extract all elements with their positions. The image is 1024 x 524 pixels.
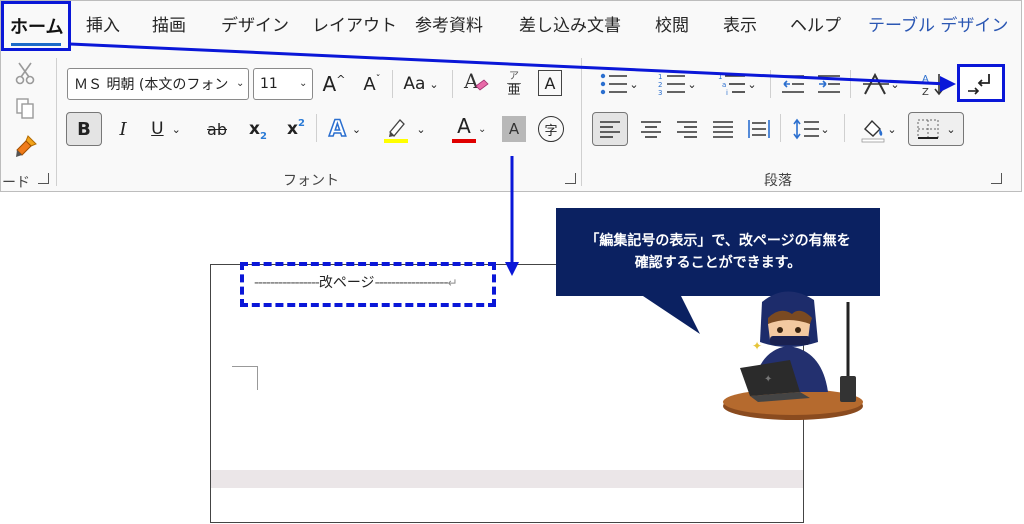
callout-text: 「編集記号の表示」で、改ページの有無を 確認することができます。 bbox=[556, 230, 880, 274]
arrow-home-to-marks bbox=[69, 42, 949, 86]
callout-tail bbox=[640, 294, 700, 334]
ninja-illustration: ✦ ✦ bbox=[723, 291, 863, 420]
svg-text:✦: ✦ bbox=[752, 339, 762, 353]
arrowhead-icon bbox=[940, 76, 956, 92]
callout-line-1: 「編集記号の表示」で、改ページの有無を bbox=[585, 233, 851, 249]
arrowhead-icon bbox=[505, 262, 519, 276]
callout-line-2: 確認することができます。 bbox=[634, 255, 802, 271]
speaker-icon bbox=[840, 376, 856, 402]
svg-text:✦: ✦ bbox=[764, 374, 772, 385]
